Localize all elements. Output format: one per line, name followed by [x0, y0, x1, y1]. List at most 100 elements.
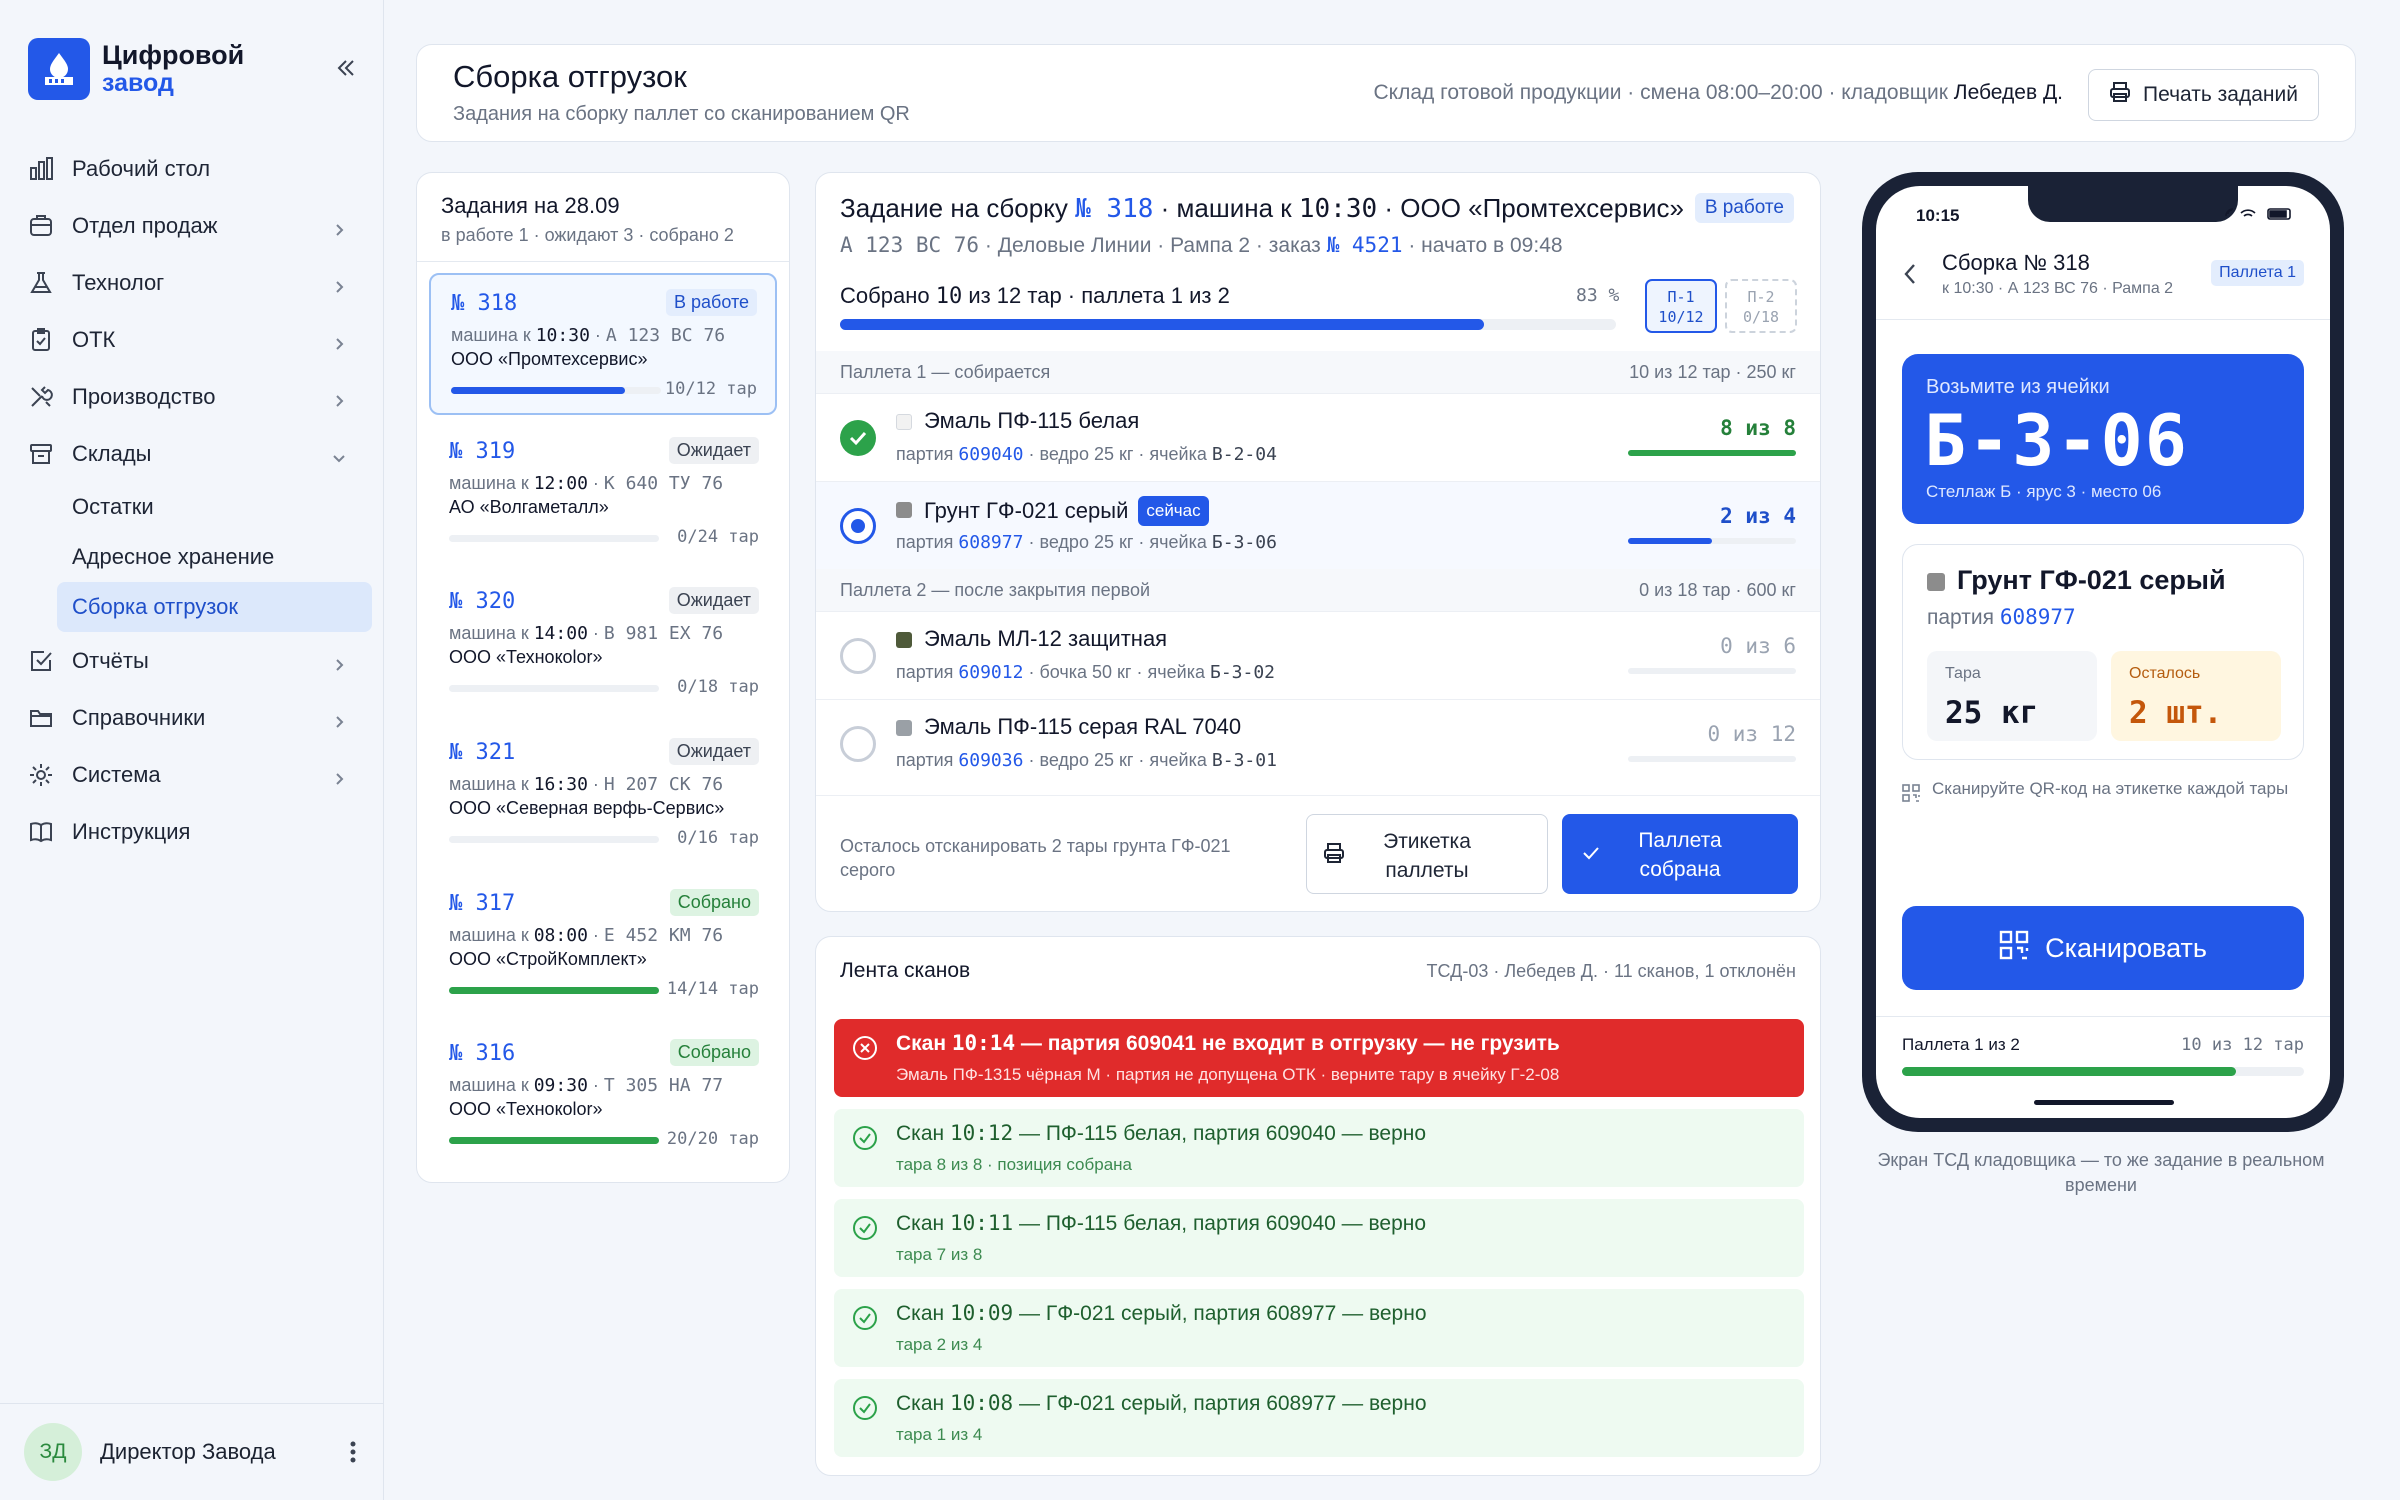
task-card[interactable]: № 316 Собрано машина к 09:30 · Т 305 НА 77…: [429, 1025, 777, 1167]
nav-sub-address-storage[interactable]: Адресное хранение: [57, 532, 372, 582]
car-plate: Е 452 КМ 76: [603, 925, 724, 946]
task-card[interactable]: № 317 Собрано машина к 08:00 · Е 452 КМ 76…: [429, 875, 777, 1017]
car-prefix: машина к: [449, 774, 534, 794]
cell-detail: Стеллаж Б · ярус 3 · место 06: [1926, 482, 2162, 501]
device-item-card: Грунт ГФ-021 серый партия 608977 Тара 25 …: [1902, 544, 2304, 760]
pallet-name: П-1: [1667, 288, 1695, 306]
plate-sep: ·: [587, 774, 604, 794]
collapse-sidebar-icon[interactable]: [330, 52, 362, 84]
section-meta: 0 из 18 тар · 600 кг: [1639, 580, 1796, 600]
tare-value: 25 кг: [1945, 695, 2039, 731]
plate-sep: ·: [587, 925, 604, 945]
task-line-item[interactable]: Грунт ГФ-021 серый сейчас партия 608977 · …: [816, 481, 1820, 569]
batch-number: 608977: [958, 532, 1024, 553]
phone-frame: 10:15 Сборка № 318 к 10:30 · А 123 ВС 76…: [1862, 172, 2344, 1132]
scan-button-label: Сканировать: [2045, 932, 2207, 963]
pack-type: ведро 25 кг: [1039, 444, 1134, 464]
now-badge: сейчас: [1138, 496, 1209, 526]
pallet-tab-1[interactable]: П-1 10/12: [1645, 279, 1717, 333]
item-quantity: 0 из 12: [1707, 722, 1796, 746]
nav-item-directories[interactable]: Справочники: [26, 689, 372, 746]
back-icon[interactable]: [1902, 262, 1918, 291]
nav-item-system[interactable]: Система: [26, 746, 372, 803]
task-count: 0/16 тар: [677, 828, 759, 848]
nav-item-reports[interactable]: Отчёты: [26, 632, 372, 689]
nav-item-warehouses[interactable]: Склады: [26, 425, 372, 482]
brand-logo[interactable]: Цифровой завод: [28, 38, 244, 100]
item-progress-bar: [1628, 668, 1796, 674]
task-line-item[interactable]: Эмаль ПФ-115 серая RAL 7040 партия 609036…: [816, 699, 1820, 787]
sep: ·: [1133, 532, 1150, 552]
section-title: Паллета 2 — после закрытия первой: [840, 580, 1151, 600]
qr-icon: [1902, 784, 1920, 808]
section-meta: 10 из 12 тар · 250 кг: [1629, 362, 1796, 382]
nav-item-production[interactable]: Производство: [26, 368, 372, 425]
task-card[interactable]: № 318 В работе машина к 10:30 · А 123 ВС 7…: [429, 273, 777, 415]
scan-detail: тара 1 из 4: [896, 1425, 983, 1444]
nav-sub-stock[interactable]: Остатки: [57, 482, 372, 532]
nav-item-dashboard[interactable]: Рабочий стол: [26, 140, 372, 197]
cell-address: Б-3-06: [1211, 532, 1277, 553]
task-line-item[interactable]: Эмаль ПФ-115 белая партия 609040 · ведро …: [816, 393, 1820, 481]
pallet-tab-2[interactable]: П-2 0/18: [1725, 279, 1797, 333]
color-swatch: [896, 414, 912, 430]
sep: ·: [1133, 444, 1150, 464]
scan-hint-text: Сканируйте QR-код на этикетке каждой тар…: [1932, 779, 2289, 798]
status-badge: В работе: [665, 289, 757, 316]
task-number: № 320: [449, 589, 516, 614]
task-count: 10/12 тар: [664, 379, 757, 399]
scan-button[interactable]: Сканировать: [1902, 906, 2304, 990]
task-started: · начато в 09:48: [1402, 234, 1563, 257]
pallet-name: П-2: [1747, 288, 1775, 306]
check-circle-icon: [852, 1125, 878, 1156]
cell-address: Б-3-02: [1210, 662, 1276, 683]
batch-number: 609040: [958, 444, 1024, 465]
nav-item-manual[interactable]: Инструкция: [26, 803, 372, 860]
brand-name-accent: завод: [102, 69, 174, 97]
nav-label: Инструкция: [72, 818, 191, 844]
task-plate: А 123 ВС 76: [840, 233, 980, 257]
print-tasks-button[interactable]: Печать заданий: [2088, 69, 2319, 121]
task-client: ООО «Северная верфь-Сервис»: [449, 798, 725, 818]
color-swatch: [896, 720, 912, 736]
factory-logo-icon: [28, 38, 90, 100]
user-profile[interactable]: ЗД Директор Завода: [0, 1403, 384, 1500]
home-indicator: [2034, 1100, 2174, 1105]
cell-address: В-3-01: [1211, 750, 1277, 771]
nav-item-qc[interactable]: ОТК: [26, 311, 372, 368]
progress-text-post: из 12 тар · паллета 1 из 2: [962, 283, 1230, 308]
scan-detail: Эмаль ПФ-1315 чёрная М · партия не допущ…: [896, 1065, 1560, 1084]
tools-icon: [26, 382, 56, 412]
chevron-right-icon: [332, 274, 346, 300]
item-name: Эмаль МЛ-12 защитная: [924, 626, 1168, 651]
car-time: 16:30: [533, 774, 588, 795]
car-prefix: машина к: [449, 623, 534, 643]
nav-item-sales[interactable]: Отдел продаж: [26, 197, 372, 254]
nav-item-technologist[interactable]: Технолог: [26, 254, 372, 311]
pallet-complete-button[interactable]: Паллета собрана: [1562, 814, 1798, 894]
cell-instruction: Возьмите из ячейки Б-3-06 Стеллаж Б · яр…: [1902, 354, 2304, 524]
chevron-right-icon: [332, 709, 346, 735]
pallet-label-button[interactable]: Этикетка паллеты: [1306, 814, 1548, 894]
nav-sub-shipment-assembly[interactable]: Сборка отгрузок: [57, 582, 372, 632]
task-client: ООО «СтройКомплект»: [449, 949, 647, 969]
batch-number: 609036: [958, 750, 1024, 771]
color-swatch: [896, 632, 912, 648]
task-card[interactable]: № 320 Ожидает машина к 14:00 · В 981 ЕХ 76…: [429, 573, 777, 715]
task-card[interactable]: № 319 Ожидает машина к 12:00 · К 640 ТУ 76…: [429, 423, 777, 565]
chart-icon: [26, 154, 56, 184]
car-prefix: машина к: [449, 1075, 534, 1095]
scan-text: Скан 10:08 — ГФ-021 серый, партия 608977…: [896, 1391, 1427, 1416]
task-title-mid: · машина к: [1153, 193, 1299, 223]
nav-label: Отдел продаж: [72, 212, 218, 238]
item-progress-bar: [1628, 756, 1796, 762]
order-link[interactable]: № 4521: [1327, 233, 1403, 257]
scan-pre: Скан: [896, 1392, 950, 1415]
progress-percent: 83 %: [1576, 285, 1620, 306]
task-card[interactable]: № 321 Ожидает машина к 16:30 · Н 207 СК 76…: [429, 724, 777, 866]
device-progress-bar: [1902, 1067, 2304, 1076]
task-client: · ООО «Промтехсервис»: [1377, 193, 1685, 223]
task-line-item[interactable]: Эмаль МЛ-12 защитная партия 609012 · бочк…: [816, 611, 1820, 699]
car-time: 14:00: [533, 623, 588, 644]
more-vertical-icon[interactable]: [350, 1440, 356, 1469]
